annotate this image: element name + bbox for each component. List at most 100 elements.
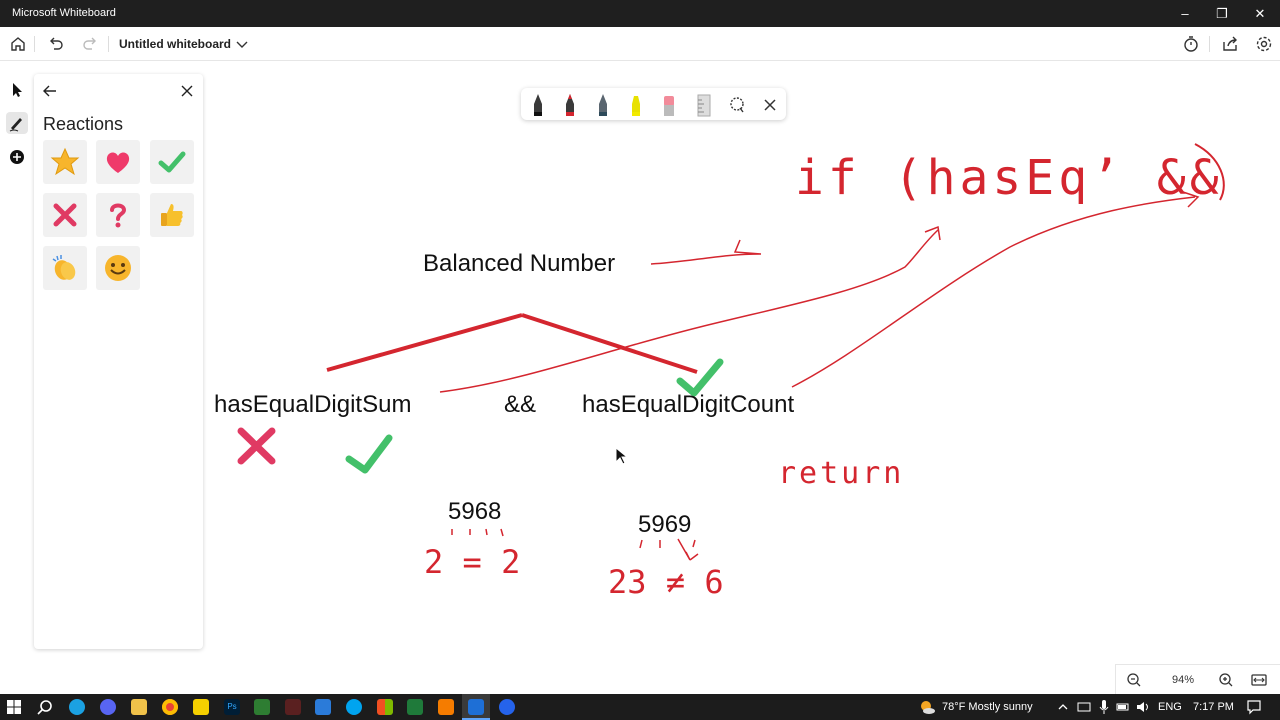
whiteboard-title[interactable]: Untitled whiteboard: [119, 37, 231, 51]
panel-title: Reactions: [43, 114, 124, 134]
taskbar: Ps 78°F Mostly sunny ENG 7:17 PM: [0, 694, 1280, 720]
fit-to-screen-icon[interactable]: [1251, 672, 1267, 688]
divider: [34, 36, 35, 52]
sticky-notes-icon[interactable]: [193, 699, 209, 715]
network-icon[interactable]: [1077, 700, 1091, 714]
recorder-app-icon[interactable]: [285, 699, 301, 715]
reaction-star[interactable]: [43, 140, 87, 184]
inking-tool-icon[interactable]: [6, 112, 28, 134]
red-pen-icon[interactable]: [559, 92, 581, 118]
minimize-button[interactable]: –: [1167, 0, 1203, 27]
teams-app-icon[interactable]: [499, 699, 515, 715]
divider: [1209, 36, 1210, 52]
ink-left-calc[interactable]: 2 = 2: [424, 543, 520, 581]
yellow-highlighter-icon[interactable]: [625, 92, 647, 118]
restore-button[interactable]: ❐: [1204, 0, 1240, 27]
clapping-icon: [52, 255, 76, 280]
back-arrow-icon[interactable]: [41, 82, 59, 100]
check-mark-sum: [345, 434, 393, 474]
notepad-app-icon[interactable]: [407, 699, 423, 715]
left-tool-rail: [2, 74, 32, 176]
question-icon: [110, 203, 127, 228]
photoshop-app-icon[interactable]: Ps: [224, 699, 240, 715]
undo-icon[interactable]: [46, 34, 66, 54]
close-window-button[interactable]: ✕: [1242, 0, 1278, 27]
search-icon[interactable]: [37, 699, 53, 715]
app-toolbar: Untitled whiteboard: [0, 27, 1280, 61]
ink-if-condition[interactable]: if (hasEq’ &&: [795, 150, 1223, 206]
example-right-number[interactable]: 5969: [638, 511, 691, 539]
edge-app-icon[interactable]: [69, 699, 85, 715]
smiley-icon: [105, 255, 131, 281]
eraser-icon[interactable]: [658, 92, 680, 118]
left-term-text[interactable]: hasEqualDigitSum: [214, 391, 411, 419]
chevron-down-icon[interactable]: [232, 34, 252, 54]
mouse-cursor-icon: [615, 447, 628, 465]
cross-icon: [53, 203, 77, 227]
microphone-icon[interactable]: [1098, 699, 1110, 715]
reaction-cross[interactable]: [43, 193, 87, 237]
ink-arrow-heading: [650, 239, 762, 265]
select-tool-icon[interactable]: [6, 79, 28, 101]
right-term-text[interactable]: hasEqualDigitCount: [582, 391, 794, 419]
tree-line-right: [521, 313, 698, 374]
reaction-thumbs-up[interactable]: [150, 193, 194, 237]
ink-return[interactable]: return: [778, 456, 904, 491]
heading-balanced-number[interactable]: Balanced Number: [423, 250, 615, 278]
ink-ticks-right: [639, 538, 699, 561]
notification-icon[interactable]: [1246, 699, 1262, 715]
battery-icon[interactable]: [1116, 700, 1130, 714]
teal-pen-icon[interactable]: [592, 92, 614, 118]
thumbs-up-icon: [161, 204, 183, 226]
ms-store-icon[interactable]: [377, 699, 393, 715]
skype-app-icon[interactable]: [346, 699, 362, 715]
settings-icon[interactable]: [1254, 34, 1274, 54]
redo-icon[interactable]: [80, 34, 100, 54]
zoom-level: 94%: [1171, 674, 1195, 686]
reaction-clapping[interactable]: [43, 246, 87, 290]
pen-tray: [521, 88, 786, 120]
app-title: Microsoft Whiteboard: [12, 7, 116, 19]
check-icon: [158, 151, 186, 173]
divider: [108, 36, 109, 52]
close-tray-icon[interactable]: [759, 92, 781, 118]
whiteboard-app-icon: [468, 699, 484, 715]
vscode-app-icon[interactable]: [315, 699, 331, 715]
operator-text[interactable]: &&: [504, 391, 536, 419]
office-app-icon[interactable]: [438, 699, 454, 715]
home-icon[interactable]: [8, 34, 28, 54]
ink-curve-right: [791, 191, 1200, 388]
weather-text[interactable]: 78°F Mostly sunny: [942, 701, 1033, 713]
heart-icon: [106, 152, 130, 173]
reaction-question[interactable]: [96, 193, 140, 237]
zoom-in-icon[interactable]: [1218, 672, 1234, 688]
reactions-panel: Reactions: [34, 74, 203, 649]
whiteboard-taskbar-button[interactable]: [462, 694, 490, 720]
star-icon: [50, 147, 80, 176]
lasso-select-icon[interactable]: [726, 92, 748, 118]
zoom-out-icon[interactable]: [1126, 672, 1142, 688]
example-left-number[interactable]: 5968: [448, 498, 501, 526]
reaction-smiley[interactable]: [96, 246, 140, 290]
black-pen-icon[interactable]: [527, 92, 549, 118]
clock[interactable]: 7:17 PM: [1193, 701, 1234, 713]
windows-start-icon[interactable]: [6, 699, 22, 715]
discord-app-icon[interactable]: [100, 699, 116, 715]
reaction-heart[interactable]: [96, 140, 140, 184]
chrome-app-icon[interactable]: [162, 699, 178, 715]
share-icon[interactable]: [1220, 34, 1240, 54]
weather-sun-icon[interactable]: [918, 698, 936, 716]
timer-icon[interactable]: [1181, 34, 1201, 54]
add-content-icon[interactable]: [6, 146, 28, 168]
ruler-icon[interactable]: [692, 92, 714, 118]
cross-mark-sum: [237, 427, 276, 465]
volume-icon[interactable]: [1136, 700, 1150, 714]
chevron-up-icon[interactable]: [1057, 701, 1069, 713]
snipping-tool-icon[interactable]: [254, 699, 270, 715]
file-explorer-icon[interactable]: [131, 699, 147, 715]
reaction-check[interactable]: [150, 140, 194, 184]
close-panel-icon[interactable]: [178, 82, 196, 100]
ink-right-calc[interactable]: 23 ≠ 6: [608, 563, 724, 601]
language-indicator[interactable]: ENG: [1158, 701, 1182, 713]
tree-line-left: [326, 313, 523, 372]
